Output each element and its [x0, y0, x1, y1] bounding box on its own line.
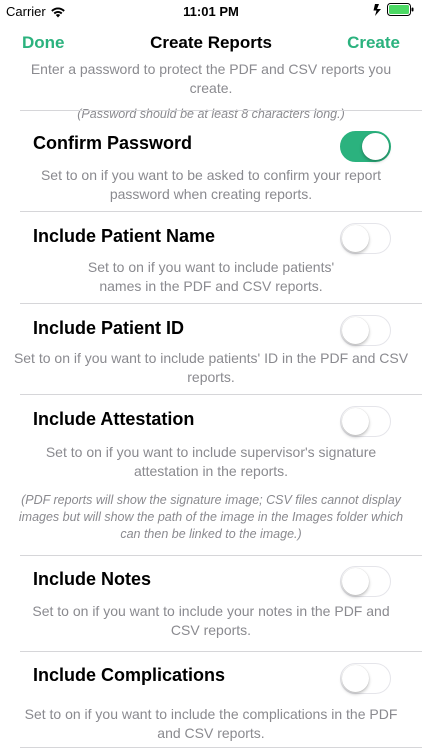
include-patient-name-toggle[interactable] [340, 223, 391, 254]
setting-row-include-patient-name: Include Patient Name Set to on if you wa… [0, 211, 422, 303]
setting-title: Include Patient Name [33, 226, 216, 246]
setting-row-include-patient-id: Include Patient ID Set to on if you want… [0, 303, 422, 394]
status-time: 11:01 PM [183, 4, 239, 19]
toggle-knob [341, 224, 369, 252]
setting-title: Confirm Password [33, 133, 193, 153]
create-button[interactable]: Create [347, 33, 400, 53]
divider [20, 110, 422, 111]
setting-description: Set to on if you want to include patient… [13, 350, 409, 385]
setting-row-include-notes: Include Notes Set to on if you want to i… [0, 555, 422, 651]
setting-title: Include Attestation [33, 409, 195, 429]
divider [20, 303, 422, 304]
status-right [373, 3, 414, 16]
setting-row-include-attestation: Include Attestation Set to on if you wan… [0, 394, 422, 555]
include-complications-toggle[interactable] [340, 663, 391, 694]
toggle-knob [341, 567, 369, 595]
setting-title: Include Notes [33, 569, 152, 589]
setting-description: Set to on if you want to be asked to con… [40, 167, 382, 202]
confirm-password-toggle[interactable] [340, 131, 391, 162]
divider [20, 211, 422, 212]
setting-description: Set to on if you want to include supervi… [45, 444, 377, 479]
include-attestation-toggle[interactable] [340, 406, 391, 437]
setting-description: Set to on if you want to include your no… [32, 603, 390, 638]
setting-title: Include Patient ID [33, 318, 185, 338]
setting-row-include-complications: Include Complications Set to on if you w… [0, 651, 422, 750]
include-notes-toggle[interactable] [340, 566, 391, 597]
toggle-knob [362, 132, 389, 160]
navigation-bar: Done Create Reports Create [0, 22, 422, 64]
setting-title: Include Complications [33, 665, 226, 685]
divider [20, 394, 422, 395]
toggle-knob [341, 316, 369, 344]
divider [20, 651, 422, 652]
include-patient-id-toggle[interactable] [340, 315, 391, 346]
divider [20, 555, 422, 556]
setting-description: Set to on if you want to include patient… [87, 259, 335, 294]
toggle-knob [341, 664, 369, 692]
divider [20, 747, 422, 748]
setting-note: (PDF reports will show the signature ima… [18, 493, 404, 541]
setting-row-confirm-password: Confirm Password Set to on if you want t… [0, 110, 422, 211]
toggle-knob [341, 407, 369, 435]
status-bar: Carrier 11:01 PM [0, 0, 422, 22]
alarm-icon [373, 3, 381, 16]
battery-icon [387, 3, 414, 16]
setting-description: Set to on if you want to include the com… [24, 706, 398, 741]
password-description: Enter a password to protect the PDF and … [30, 61, 392, 96]
